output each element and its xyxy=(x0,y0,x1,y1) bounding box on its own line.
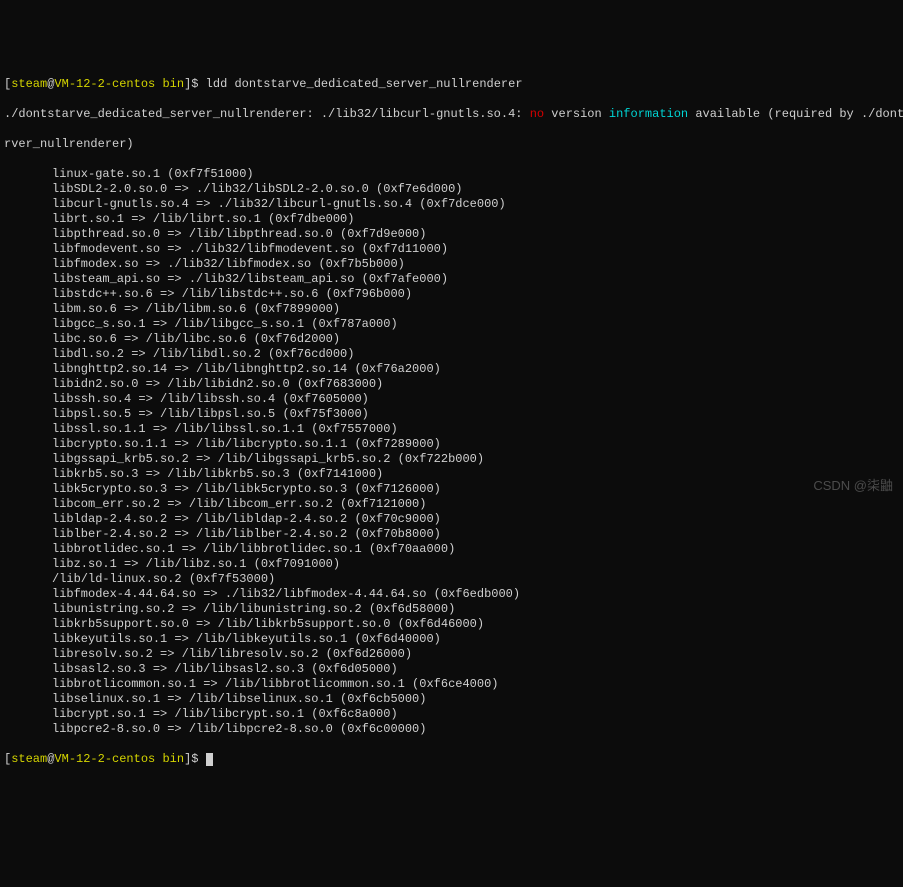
prompt-host: VM-12-2-centos xyxy=(54,752,155,766)
cursor[interactable] xyxy=(206,753,213,766)
prompt-user: steam xyxy=(11,752,47,766)
prompt-dir: bin xyxy=(162,752,184,766)
library-entry: libcurl-gnutls.so.4 => ./lib32/libcurl-g… xyxy=(4,197,899,212)
library-entry: libz.so.1 => /lib/libz.so.1 (0xf7091000) xyxy=(4,557,899,572)
library-entry: libsasl2.so.3 => /lib/libsasl2.so.3 (0xf… xyxy=(4,662,899,677)
warning-no: no xyxy=(530,107,544,121)
library-entry: /lib/ld-linux.so.2 (0xf7f53000) xyxy=(4,572,899,587)
library-entry: libc.so.6 => /lib/libc.so.6 (0xf76d2000) xyxy=(4,332,899,347)
library-entry: linux-gate.so.1 (0xf7f51000) xyxy=(4,167,899,182)
library-entry: libunistring.so.2 => /lib/libunistring.s… xyxy=(4,602,899,617)
library-entry: libcom_err.so.2 => /lib/libcom_err.so.2 … xyxy=(4,497,899,512)
library-entry: libnghttp2.so.14 => /lib/libnghttp2.so.1… xyxy=(4,362,899,377)
library-entry: libstdc++.so.6 => /lib/libstdc++.so.6 (0… xyxy=(4,287,899,302)
prompt-host: VM-12-2-centos xyxy=(54,77,155,91)
library-entry: libSDL2-2.0.so.0 => ./lib32/libSDL2-2.0.… xyxy=(4,182,899,197)
library-entry: libgssapi_krb5.so.2 => /lib/libgssapi_kr… xyxy=(4,452,899,467)
library-entry: libpsl.so.5 => /lib/libpsl.so.5 (0xf75f3… xyxy=(4,407,899,422)
library-entry: libssl.so.1.1 => /lib/libssl.so.1.1 (0xf… xyxy=(4,422,899,437)
library-list: linux-gate.so.1 (0xf7f51000)libSDL2-2.0.… xyxy=(4,167,899,737)
library-entry: libpcre2-8.so.0 => /lib/libpcre2-8.so.0 … xyxy=(4,722,899,737)
library-entry: libkeyutils.so.1 => /lib/libkeyutils.so.… xyxy=(4,632,899,647)
library-entry: libm.so.6 => /lib/libm.so.6 (0xf7899000) xyxy=(4,302,899,317)
library-entry: libgcc_s.so.1 => /lib/libgcc_s.so.1 (0xf… xyxy=(4,317,899,332)
library-entry: libcrypto.so.1.1 => /lib/libcrypto.so.1.… xyxy=(4,437,899,452)
library-entry: libpthread.so.0 => /lib/libpthread.so.0 … xyxy=(4,227,899,242)
library-entry: libcrypt.so.1 => /lib/libcrypt.so.1 (0xf… xyxy=(4,707,899,722)
library-entry: libfmodex-4.44.64.so => ./lib32/libfmode… xyxy=(4,587,899,602)
command-line-2: [steam@VM-12-2-centos bin]$ xyxy=(4,752,899,767)
warning-info: information xyxy=(609,107,688,121)
library-entry: liblber-2.4.so.2 => /lib/liblber-2.4.so.… xyxy=(4,527,899,542)
library-entry: libkrb5support.so.0 => /lib/libkrb5suppo… xyxy=(4,617,899,632)
prompt-dir: bin xyxy=(162,77,184,91)
library-entry: libidn2.so.0 => /lib/libidn2.so.0 (0xf76… xyxy=(4,377,899,392)
library-entry: libresolv.so.2 => /lib/libresolv.so.2 (0… xyxy=(4,647,899,662)
library-entry: libselinux.so.1 => /lib/libselinux.so.1 … xyxy=(4,692,899,707)
watermark: CSDN @柒鼬 xyxy=(813,478,893,494)
library-entry: libk5crypto.so.3 => /lib/libk5crypto.so.… xyxy=(4,482,899,497)
command-text: ldd dontstarve_dedicated_server_nullrend… xyxy=(206,77,523,91)
library-entry: libsteam_api.so => ./lib32/libsteam_api.… xyxy=(4,272,899,287)
warning-line: ./dontstarve_dedicated_server_nullrender… xyxy=(4,107,899,122)
terminal-output[interactable]: [steam@VM-12-2-centos bin]$ ldd dontstar… xyxy=(4,62,899,782)
library-entry: librt.so.1 => /lib/librt.so.1 (0xf7dbe00… xyxy=(4,212,899,227)
prompt-user: steam xyxy=(11,77,47,91)
warning-cont: rver_nullrenderer) xyxy=(4,137,899,152)
library-entry: libfmodevent.so => ./lib32/libfmodevent.… xyxy=(4,242,899,257)
command-line-1: [steam@VM-12-2-centos bin]$ ldd dontstar… xyxy=(4,77,899,92)
library-entry: libssh.so.4 => /lib/libssh.so.4 (0xf7605… xyxy=(4,392,899,407)
library-entry: libbrotlidec.so.1 => /lib/libbrotlidec.s… xyxy=(4,542,899,557)
library-entry: libkrb5.so.3 => /lib/libkrb5.so.3 (0xf71… xyxy=(4,467,899,482)
library-entry: libbrotlicommon.so.1 => /lib/libbrotlico… xyxy=(4,677,899,692)
library-entry: libfmodex.so => ./lib32/libfmodex.so (0x… xyxy=(4,257,899,272)
library-entry: libldap-2.4.so.2 => /lib/libldap-2.4.so.… xyxy=(4,512,899,527)
library-entry: libdl.so.2 => /lib/libdl.so.2 (0xf76cd00… xyxy=(4,347,899,362)
